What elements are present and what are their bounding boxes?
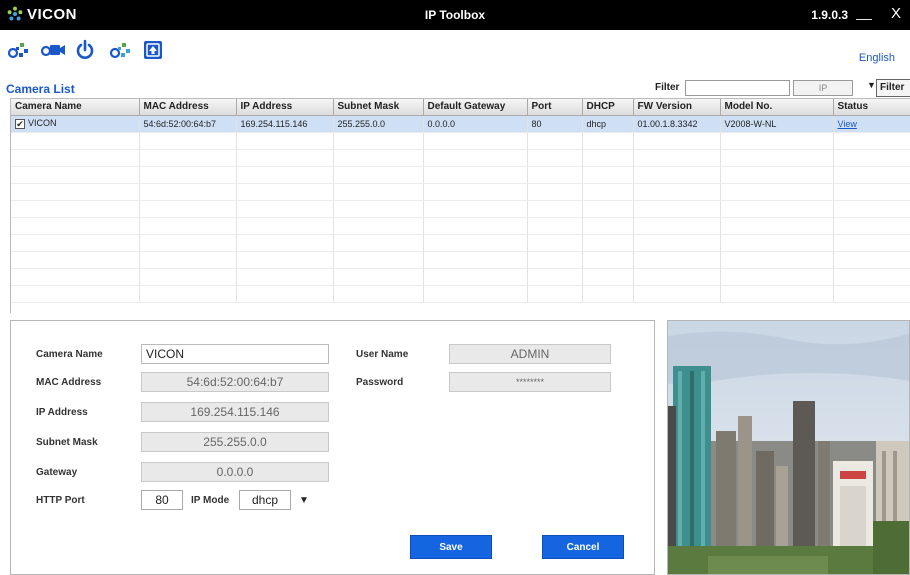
ip-mode-dropdown-icon[interactable]: ▼ xyxy=(299,495,309,506)
column-header[interactable]: Subnet Mask xyxy=(333,99,424,116)
table-row xyxy=(11,200,910,218)
camera-list-title: Camera List xyxy=(6,82,75,96)
mac-address-label: MAC Address xyxy=(36,377,102,388)
camera-preview-image xyxy=(668,321,909,574)
status-cell: View xyxy=(833,115,910,133)
logo-text: VICON xyxy=(27,5,78,23)
column-header[interactable]: FW Version xyxy=(633,99,721,116)
ip-address-label: IP Address xyxy=(36,407,88,418)
filter-label: Filter xyxy=(655,82,680,93)
gateway-field[interactable]: 0.0.0.0 xyxy=(141,462,329,482)
table-row xyxy=(11,183,910,201)
model-cell: V2008-W-NL xyxy=(720,115,834,133)
password-field[interactable]: ******** xyxy=(449,372,611,392)
camera-name-text: VICON xyxy=(28,118,57,128)
subnet-cell: 255.255.0.0 xyxy=(333,115,424,133)
camera-name-label: Camera Name xyxy=(36,349,103,360)
column-header[interactable]: Status xyxy=(833,99,910,116)
column-header[interactable]: Camera Name xyxy=(11,99,140,116)
http-port-field[interactable]: 80 xyxy=(141,490,183,510)
http-port-label: HTTP Port xyxy=(36,495,85,506)
table-row xyxy=(11,166,910,184)
table-header-row: Camera Name MAC Address IP Address Subne… xyxy=(11,99,910,116)
table-row xyxy=(11,285,910,303)
save-button[interactable]: Save xyxy=(410,535,492,559)
filter-input[interactable] xyxy=(685,80,790,96)
table-row xyxy=(11,251,910,269)
column-header[interactable]: MAC Address xyxy=(139,99,237,116)
port-cell: 80 xyxy=(527,115,583,133)
ip-address-field[interactable]: 169.254.115.146 xyxy=(141,402,329,422)
title-bar: VICON IP Toolbox 1.9.0.3 __ X xyxy=(0,0,910,30)
version-label: 1.9.0.3 xyxy=(811,8,848,22)
dhcp-cell: dhcp xyxy=(582,115,634,133)
subnet-mask-field[interactable]: 255.255.0.0 xyxy=(141,432,329,452)
ip-mode-select[interactable]: dhcp xyxy=(239,490,291,510)
column-header[interactable]: Default Gateway xyxy=(423,99,528,116)
table-row xyxy=(11,217,910,235)
gateway-cell: 0.0.0.0 xyxy=(423,115,528,133)
user-name-label: User Name xyxy=(356,349,409,360)
row-checkbox[interactable]: ✔ xyxy=(15,119,25,129)
cancel-button[interactable]: Cancel xyxy=(542,535,624,559)
gateway-label: Gateway xyxy=(36,467,78,478)
camera-name-cell[interactable]: ✔ VICON xyxy=(11,115,140,133)
filter-button[interactable]: Filter xyxy=(876,79,910,97)
camera-table: Camera Name MAC Address IP Address Subne… xyxy=(10,98,910,313)
table-row xyxy=(11,234,910,252)
column-header[interactable]: IP Address xyxy=(236,99,334,116)
ip-mode-label: IP Mode xyxy=(191,495,230,506)
camera-details-panel: Camera Name VICON MAC Address 54:6d:52:0… xyxy=(10,320,655,575)
table-row xyxy=(11,132,910,150)
mac-address-field: 54:6d:52:00:64:b7 xyxy=(141,372,329,392)
table-row xyxy=(11,268,910,286)
update-icon[interactable] xyxy=(140,38,166,62)
camera-icon[interactable] xyxy=(40,38,66,62)
view-link[interactable]: View xyxy=(838,119,857,129)
column-header[interactable]: DHCP xyxy=(582,99,634,116)
table-row[interactable]: ✔ VICON 54:6d:52:00:64:b7 169.254.115.146… xyxy=(11,115,910,133)
power-icon[interactable] xyxy=(72,38,98,62)
vicon-logo: VICON xyxy=(6,5,77,23)
fw-version-cell: 01.00.1.8.3342 xyxy=(633,115,721,133)
table-row xyxy=(11,149,910,167)
camera-preview xyxy=(667,320,910,575)
column-header[interactable]: Model No. xyxy=(720,99,834,116)
minimize-button[interactable]: __ xyxy=(856,4,872,20)
ip-cell: 169.254.115.146 xyxy=(236,115,334,133)
column-header[interactable]: Port xyxy=(527,99,583,116)
close-button[interactable]: X xyxy=(888,5,904,22)
network-config-icon[interactable] xyxy=(108,38,134,62)
language-selector[interactable]: English xyxy=(859,52,895,64)
user-name-field[interactable]: ADMIN xyxy=(449,344,611,364)
password-label: Password xyxy=(356,377,404,388)
search-devices-icon[interactable] xyxy=(6,38,32,62)
camera-name-field[interactable]: VICON xyxy=(141,344,329,364)
app-title: IP Toolbox xyxy=(424,8,486,22)
mac-cell: 54:6d:52:00:64:b7 xyxy=(139,115,237,133)
vicon-star-icon xyxy=(7,6,23,21)
toolbar: English xyxy=(0,30,910,82)
subnet-mask-label: Subnet Mask xyxy=(36,437,98,448)
filter-dropdown-icon[interactable]: ▼ xyxy=(867,80,876,90)
filter-type-field[interactable]: IP xyxy=(793,80,853,96)
